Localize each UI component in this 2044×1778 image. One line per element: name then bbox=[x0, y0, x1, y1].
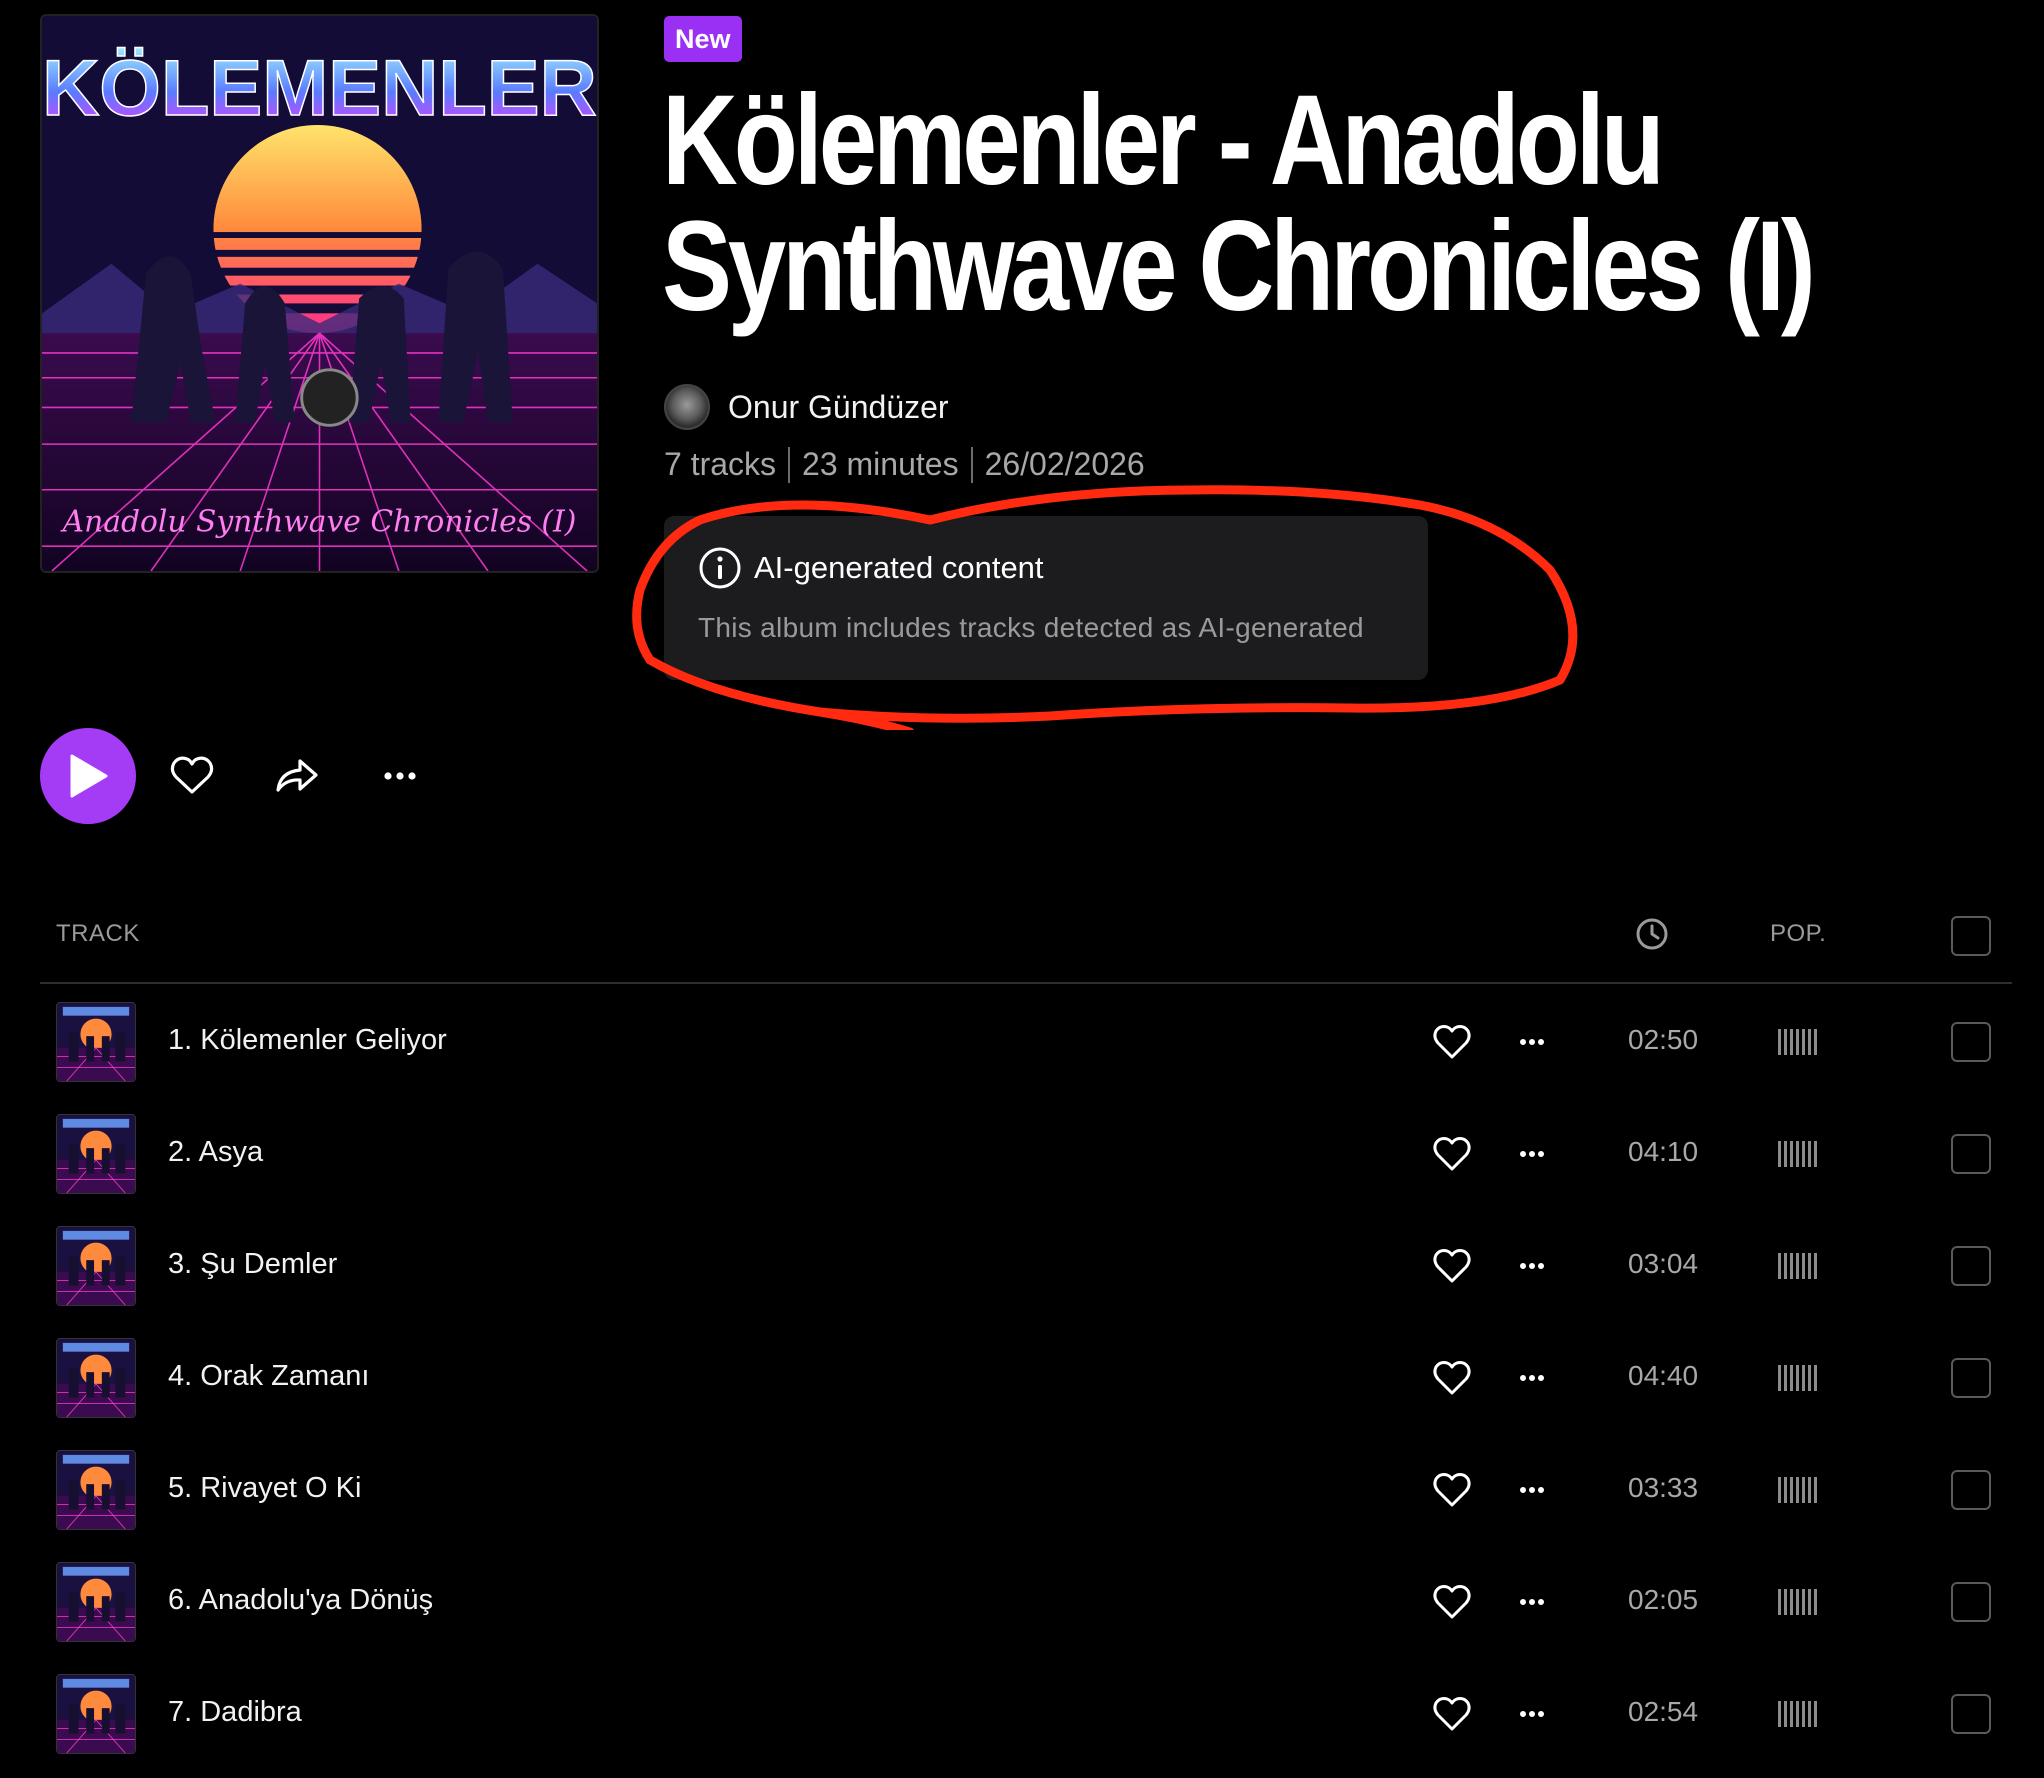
more-icon[interactable] bbox=[1510, 1468, 1554, 1512]
more-icon[interactable] bbox=[1510, 1020, 1554, 1064]
track-row[interactable]: 6. Anadolu'ya Dönüş 02:05 bbox=[40, 1560, 2012, 1672]
track-row[interactable]: 7. Dadibra 02:54 bbox=[40, 1672, 2012, 1778]
album-title-line2: Synthwave Chronicles (I) bbox=[662, 195, 1816, 338]
track-checkbox[interactable] bbox=[1951, 1694, 1991, 1734]
heart-icon[interactable] bbox=[1430, 1468, 1474, 1512]
more-icon[interactable] bbox=[1510, 1244, 1554, 1288]
meta-divider bbox=[970, 446, 973, 483]
track-thumbnail bbox=[56, 1674, 136, 1754]
track-title[interactable]: 7. Dadibra bbox=[168, 1696, 302, 1729]
popularity-icon bbox=[1778, 1253, 1818, 1279]
track-row[interactable]: 3. Şu Demler 03:04 bbox=[40, 1224, 2012, 1336]
track-thumbnail bbox=[56, 1002, 136, 1082]
track-checkbox[interactable] bbox=[1951, 1582, 1991, 1622]
track-title[interactable]: 1. Kölemenler Geliyor bbox=[168, 1024, 447, 1057]
track-list: 1. Kölemenler Geliyor 02:50 2. Asya 04:1… bbox=[40, 1000, 2012, 1778]
more-icon[interactable] bbox=[1510, 1132, 1554, 1176]
popularity-icon bbox=[1778, 1589, 1818, 1615]
heart-icon[interactable] bbox=[1430, 1020, 1474, 1064]
track-checkbox[interactable] bbox=[1951, 1358, 1991, 1398]
release-date: 26/02/2026 bbox=[984, 446, 1145, 482]
track-thumbnail bbox=[56, 1450, 136, 1530]
more-icon[interactable] bbox=[1510, 1356, 1554, 1400]
heart-icon[interactable] bbox=[1430, 1244, 1474, 1288]
track-duration: 02:54 bbox=[1628, 1696, 1699, 1727]
album-controls bbox=[40, 728, 416, 824]
select-all-checkbox[interactable] bbox=[1951, 916, 1991, 956]
album-cover: KÖLEMENLER Anadolu Synthwave Chronicles … bbox=[40, 14, 599, 573]
album-meta: 7 tracks 23 minutes 26/02/2026 bbox=[664, 446, 1145, 483]
popularity-icon bbox=[1778, 1701, 1818, 1727]
tracks-count: 7 tracks bbox=[664, 446, 777, 482]
more-icon[interactable] bbox=[1510, 1692, 1554, 1736]
track-checkbox[interactable] bbox=[1951, 1470, 1991, 1510]
artist-link[interactable]: Onur Gündüzer bbox=[664, 382, 949, 432]
popularity-icon bbox=[1778, 1365, 1818, 1391]
track-duration: 02:05 bbox=[1628, 1584, 1699, 1615]
album-title-line1: Kölemenler - Anadolu bbox=[662, 69, 1665, 212]
clock-icon bbox=[1636, 918, 1668, 950]
track-checkbox[interactable] bbox=[1951, 1022, 1991, 1062]
track-row[interactable]: 5. Rivayet O Ki 03:33 bbox=[40, 1448, 2012, 1560]
heart-icon[interactable] bbox=[1430, 1356, 1474, 1400]
track-row[interactable]: 4. Orak Zamanı 04:40 bbox=[40, 1336, 2012, 1448]
track-title[interactable]: 5. Rivayet O Ki bbox=[168, 1472, 361, 1505]
track-thumbnail bbox=[56, 1562, 136, 1642]
column-popularity: POP. bbox=[1770, 920, 1827, 947]
heart-icon[interactable] bbox=[168, 752, 216, 800]
track-table-header: TRACK POP. bbox=[40, 900, 2012, 984]
album-duration: 23 minutes bbox=[802, 446, 959, 482]
track-duration: 03:04 bbox=[1628, 1248, 1699, 1279]
track-row[interactable]: 1. Kölemenler Geliyor 02:50 bbox=[40, 1000, 2012, 1112]
track-thumbnail bbox=[56, 1226, 136, 1306]
new-badge: New bbox=[664, 16, 742, 62]
track-title[interactable]: 6. Anadolu'ya Dönüş bbox=[168, 1584, 433, 1617]
share-icon[interactable] bbox=[272, 752, 320, 800]
ai-notice-description: This album includes tracks detected as A… bbox=[698, 612, 1364, 643]
popularity-icon bbox=[1778, 1477, 1818, 1503]
artist-name[interactable]: Onur Gündüzer bbox=[728, 389, 949, 426]
popularity-icon bbox=[1778, 1141, 1818, 1167]
info-icon bbox=[699, 547, 741, 589]
play-button[interactable] bbox=[40, 728, 136, 824]
more-icon[interactable] bbox=[376, 752, 424, 800]
track-thumbnail bbox=[56, 1338, 136, 1418]
track-checkbox[interactable] bbox=[1951, 1134, 1991, 1174]
album-title: Kölemenler - Anadolu Synthwave Chronicle… bbox=[662, 69, 1816, 338]
ai-notice-title: AI-generated content bbox=[754, 550, 1044, 585]
meta-divider bbox=[788, 446, 791, 483]
more-icon[interactable] bbox=[1510, 1580, 1554, 1624]
ai-generated-notice: AI-generated content This album includes… bbox=[664, 516, 1428, 680]
track-thumbnail bbox=[56, 1114, 136, 1194]
track-duration: 04:40 bbox=[1628, 1360, 1699, 1391]
track-duration: 02:50 bbox=[1628, 1024, 1699, 1055]
heart-icon[interactable] bbox=[1430, 1132, 1474, 1176]
track-title[interactable]: 3. Şu Demler bbox=[168, 1248, 337, 1281]
track-duration: 04:10 bbox=[1628, 1136, 1699, 1167]
track-title[interactable]: 2. Asya bbox=[168, 1136, 263, 1169]
artist-avatar[interactable] bbox=[664, 384, 710, 430]
heart-icon[interactable] bbox=[1430, 1692, 1474, 1736]
popularity-icon bbox=[1778, 1029, 1818, 1055]
column-track: TRACK bbox=[56, 920, 140, 947]
track-duration: 03:33 bbox=[1628, 1472, 1699, 1503]
svg-text:KÖLEMENLER: KÖLEMENLER bbox=[42, 43, 597, 132]
track-checkbox[interactable] bbox=[1951, 1246, 1991, 1286]
track-row[interactable]: 2. Asya 04:10 bbox=[40, 1112, 2012, 1224]
track-title[interactable]: 4. Orak Zamanı bbox=[168, 1360, 369, 1393]
play-icon bbox=[70, 754, 108, 798]
svg-text:Anadolu Synthwave Chronicles (: Anadolu Synthwave Chronicles (I) bbox=[60, 504, 577, 539]
heart-icon[interactable] bbox=[1430, 1580, 1474, 1624]
